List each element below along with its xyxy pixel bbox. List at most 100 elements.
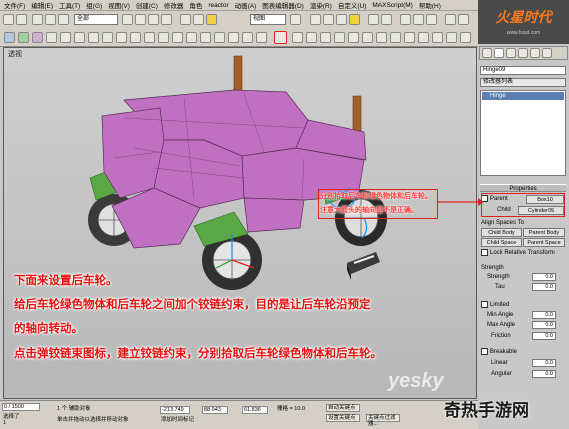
menu-create[interactable]: 创建(C) [136, 0, 158, 10]
modifier-list-dropdown[interactable]: 修改器列表 [480, 78, 566, 87]
angle-snap-icon[interactable] [323, 14, 334, 25]
child-space-button[interactable]: Child Space [481, 238, 522, 247]
menu-animation[interactable]: 动画(A) [235, 0, 257, 10]
object-name-field[interactable]: Hinge09 [480, 66, 566, 75]
menu-modifiers[interactable]: 修改器 [164, 0, 184, 10]
display-icon[interactable] [446, 32, 457, 43]
convex-hull-icon[interactable] [348, 32, 359, 43]
parent-space-button[interactable]: Parent Space [523, 238, 565, 247]
render-setup-icon[interactable] [445, 14, 456, 25]
fracture-constraint-icon[interactable] [292, 32, 303, 43]
properties-rollout-header[interactable]: Properties [480, 184, 566, 192]
constraint-solver-icon[interactable] [186, 32, 197, 43]
select-scale-icon[interactable] [206, 14, 217, 25]
redo-icon[interactable] [16, 14, 27, 25]
undo-icon[interactable] [3, 14, 14, 25]
modify-tab-icon[interactable] [494, 48, 504, 58]
max-angle-spinner[interactable]: 0.0 [532, 321, 556, 329]
hierarchy-tab-icon[interactable] [506, 48, 516, 58]
limited-checkbox[interactable] [481, 301, 488, 308]
select-move-icon[interactable] [180, 14, 191, 25]
wind-icon[interactable] [130, 32, 141, 43]
toy-car-icon[interactable] [144, 32, 155, 43]
rect-selection-icon[interactable] [148, 14, 159, 25]
fracture-icon[interactable] [158, 32, 169, 43]
coord-z-field[interactable]: 61.836 [242, 406, 268, 414]
dashpot-icon[interactable] [102, 32, 113, 43]
min-angle-spinner[interactable]: 0.0 [532, 311, 556, 319]
menu-graph-editors[interactable]: 图表编辑器(D) [262, 0, 304, 10]
strength-spinner[interactable]: 0.0 [532, 273, 556, 281]
child-body-button[interactable]: Child Body [481, 228, 522, 237]
reactor-options-icon[interactable] [376, 32, 387, 43]
material-editor-icon[interactable] [426, 14, 437, 25]
time-slider[interactable]: 0 / 1500 [2, 403, 40, 411]
window-crossing-icon[interactable] [161, 14, 172, 25]
lock-relative-checkbox[interactable] [481, 249, 488, 256]
plane-icon[interactable] [74, 32, 85, 43]
soft-body-collection-icon[interactable] [32, 32, 43, 43]
key-filters-button[interactable]: 关键点过滤器... [366, 414, 400, 427]
rigid-body-collection-icon[interactable] [4, 32, 15, 43]
point-to-path-constraint-icon[interactable] [256, 32, 267, 43]
pivot-center-icon[interactable] [290, 14, 301, 25]
coord-y-field[interactable]: 88.943 [202, 406, 228, 414]
breakable-checkbox[interactable] [481, 348, 488, 355]
cloth-collection-icon[interactable] [18, 32, 29, 43]
world-settings-icon[interactable] [418, 32, 429, 43]
angular-spinner[interactable]: 0.0 [532, 370, 556, 378]
utility-icon[interactable] [432, 32, 443, 43]
menu-file[interactable]: 文件(F) [4, 0, 25, 10]
select-rotate-icon[interactable] [193, 14, 204, 25]
create-tab-icon[interactable] [482, 48, 492, 58]
align-icon[interactable] [381, 14, 392, 25]
select-by-name-icon[interactable] [135, 14, 146, 25]
open-property-icon[interactable] [390, 32, 401, 43]
bind-space-warp-icon[interactable] [58, 14, 69, 25]
collision-icon[interactable] [404, 32, 415, 43]
utilities-tab-icon[interactable] [542, 48, 552, 58]
display-tab-icon[interactable] [530, 48, 540, 58]
menu-tools[interactable]: 工具(T) [59, 0, 80, 10]
menu-group[interactable]: 组(G) [86, 0, 102, 10]
menu-views[interactable]: 视图(V) [108, 0, 130, 10]
selection-filter-dropdown[interactable]: 全部 [74, 14, 118, 25]
hinge-constraint-icon[interactable] [274, 31, 287, 44]
snap-toggle-icon[interactable] [310, 14, 321, 25]
menu-help[interactable]: 帮助(H) [419, 0, 441, 10]
deforming-mesh-collection-icon[interactable] [60, 32, 71, 43]
select-object-icon[interactable] [122, 14, 133, 25]
curve-editor-icon[interactable] [400, 14, 411, 25]
schematic-view-icon[interactable] [413, 14, 424, 25]
water-icon[interactable] [172, 32, 183, 43]
point-to-point-constraint-icon[interactable] [214, 32, 225, 43]
spring-icon[interactable] [88, 32, 99, 43]
coord-x-field[interactable]: -213.749 [160, 406, 190, 414]
percent-snap-icon[interactable] [336, 14, 347, 25]
unlink-icon[interactable] [45, 14, 56, 25]
property-editor-icon[interactable] [362, 32, 373, 43]
help-icon[interactable] [460, 32, 471, 43]
set-key-button[interactable]: 设置关键点 [326, 414, 360, 422]
rope-collection-icon[interactable] [46, 32, 57, 43]
tau-spinner[interactable]: 0.0 [532, 283, 556, 291]
linear-spinner[interactable]: 0.0 [532, 359, 556, 367]
modifier-stack[interactable] [480, 90, 566, 176]
modifier-stack-item[interactable]: Hinge [482, 92, 564, 100]
select-link-icon[interactable] [32, 14, 43, 25]
menu-character[interactable]: 角色 [189, 0, 202, 10]
motor-icon[interactable] [116, 32, 127, 43]
spinner-snap-icon[interactable] [349, 14, 360, 25]
autokey-button[interactable]: 自动关键点 [326, 404, 360, 412]
parent-body-button[interactable]: Parent Body [523, 228, 565, 237]
menu-edit[interactable]: 编辑(E) [31, 0, 53, 10]
menu-reactor[interactable]: reactor [208, 2, 228, 9]
prismatic-constraint-icon[interactable] [228, 32, 239, 43]
motion-tab-icon[interactable] [518, 48, 528, 58]
mirror-icon[interactable] [368, 14, 379, 25]
friction-spinner[interactable]: 0.0 [532, 332, 556, 340]
quick-render-icon[interactable] [458, 14, 469, 25]
viewport-label[interactable]: 透视 [8, 49, 22, 59]
preview-animation-icon[interactable] [320, 32, 331, 43]
rag-doll-constraint-icon[interactable] [200, 32, 211, 43]
